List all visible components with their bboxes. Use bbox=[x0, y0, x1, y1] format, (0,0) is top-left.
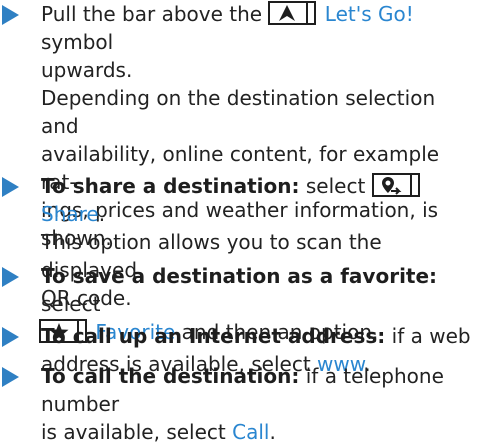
bullet-arrow-icon bbox=[2, 267, 19, 287]
step-5-text: To call the destination: if a telephone … bbox=[41, 362, 479, 446]
step-1-prefix: Pull the bar above the bbox=[41, 2, 263, 26]
step-2-heading: To share a destination: bbox=[41, 174, 300, 198]
step-4-heading: To call up an Internet address: bbox=[41, 324, 386, 348]
step-2-suffix: . bbox=[98, 202, 106, 226]
step-5-suffix: . bbox=[269, 420, 276, 444]
navigation-arrow-icon bbox=[279, 5, 296, 21]
step-3-heading: To save a destination as a favorite: bbox=[41, 264, 438, 288]
step-3-prefix: select bbox=[41, 292, 101, 316]
step-1-para-line: Depending on the destination selection a… bbox=[41, 86, 436, 138]
bullet-arrow-icon bbox=[2, 177, 19, 197]
share-destination-icon bbox=[381, 177, 402, 195]
call-label: Call bbox=[232, 420, 270, 444]
bullet-arrow-icon bbox=[2, 367, 19, 387]
lets-go-symbol bbox=[268, 1, 317, 25]
step-1-line2: upwards. bbox=[41, 58, 133, 82]
lets-go-label: Let's Go! bbox=[324, 2, 414, 26]
step-5-heading: To call the destination: bbox=[41, 364, 300, 388]
step-1-suffix: symbol bbox=[41, 30, 114, 54]
step-5-line2: is available, select bbox=[41, 420, 226, 444]
share-symbol bbox=[371, 173, 420, 197]
bullet-arrow-icon bbox=[2, 327, 19, 347]
step-2-prefix: select bbox=[305, 174, 366, 198]
bullet-arrow-icon bbox=[2, 5, 19, 25]
step-4-prefix: if a web bbox=[391, 324, 471, 348]
share-label: Share bbox=[41, 202, 99, 226]
